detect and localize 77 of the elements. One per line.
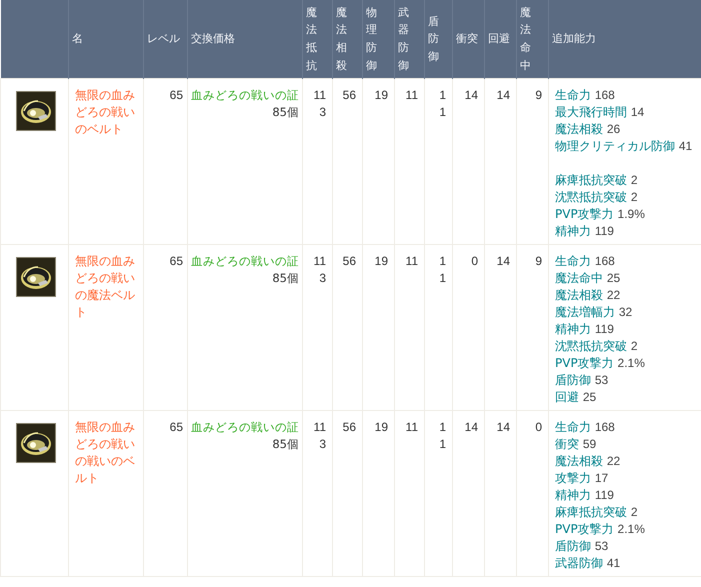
currency-count: 85個 bbox=[272, 270, 299, 287]
bonus-stat: 物理クリティカル防御 41 bbox=[555, 138, 692, 155]
column-header: 物理防御 bbox=[366, 4, 377, 74]
currency-name: 血みどろの戦いの証 bbox=[191, 253, 299, 270]
bonus-stat: 生命力 168 bbox=[555, 87, 615, 104]
table-cell: 14 bbox=[464, 87, 478, 104]
bonus-stat: 武器防御 41 bbox=[555, 555, 620, 572]
item-name: 無限の血みどろの戦いの魔法ベルト bbox=[75, 253, 136, 321]
table-cell: 9 bbox=[535, 87, 542, 104]
table-cell: 0 bbox=[471, 253, 478, 270]
table-cell: 11 bbox=[406, 87, 418, 104]
currency-count: 85個 bbox=[272, 436, 299, 453]
bonus-stat: 衝突 59 bbox=[555, 436, 596, 453]
column-header: 盾防御 bbox=[428, 14, 439, 65]
table-cell-text: 113 bbox=[312, 419, 326, 453]
table-cell: 11 bbox=[406, 419, 418, 436]
table-cell: 56 bbox=[342, 87, 356, 104]
currency-name: 血みどろの戦いの証 bbox=[191, 87, 299, 104]
bonus-stat: 魔法増幅力 32 bbox=[555, 304, 632, 321]
table-cell: 65 bbox=[170, 87, 183, 104]
belt-icon bbox=[16, 91, 56, 131]
bonus-stat: 盾防御 53 bbox=[555, 372, 608, 389]
bonus-stat: 麻痺抵抗突破 2 bbox=[555, 172, 638, 189]
bonus-stat: 沈黙抵抗突破 2 bbox=[555, 338, 638, 355]
column-header: 魔法相殺 bbox=[336, 4, 347, 74]
table-cell-text: 113 bbox=[312, 87, 326, 121]
table-cell: 56 bbox=[342, 253, 356, 270]
table-cell: 65 bbox=[170, 419, 183, 436]
column-header: 名 bbox=[72, 32, 83, 46]
bonus-stat: 魔法相殺 26 bbox=[555, 121, 620, 138]
bonus-stat: 最大飛行時間 14 bbox=[555, 104, 644, 121]
column-header: 回避 bbox=[488, 32, 510, 46]
belt-icon bbox=[16, 257, 56, 297]
table-cell-text: 11 bbox=[438, 253, 446, 287]
table-cell: 65 bbox=[170, 253, 183, 270]
bonus-stat: 生命力 168 bbox=[555, 253, 615, 270]
bonus-stat: 魔法命中 25 bbox=[555, 270, 620, 287]
bonus-stat: PVP攻撃力 2.1% bbox=[555, 355, 645, 372]
table-cell: 11 bbox=[406, 253, 418, 270]
item-name: 無限の血みどろの戦いのベルト bbox=[75, 87, 136, 138]
belt-icon bbox=[16, 423, 56, 463]
bonus-stat: 麻痺抵抗突破 2 bbox=[555, 504, 638, 521]
column-header: 交換価格 bbox=[191, 32, 235, 46]
bonus-stat: 攻撃力 17 bbox=[555, 470, 608, 487]
column-header: 魔法命中 bbox=[520, 4, 531, 74]
table-cell: 14 bbox=[496, 419, 510, 436]
table-cell: 14 bbox=[496, 253, 510, 270]
column-header: レベル bbox=[147, 32, 180, 46]
bonus-stat: 回避 25 bbox=[555, 389, 596, 406]
bonus-stat: 精神力 119 bbox=[555, 223, 614, 240]
bonus-stat: PVP攻撃力 1.9% bbox=[555, 206, 645, 223]
column-header: 武器防御 bbox=[398, 4, 409, 74]
table-cell: 9 bbox=[535, 253, 542, 270]
table-cell: 19 bbox=[374, 253, 388, 270]
currency-name: 血みどろの戦いの証 bbox=[191, 419, 299, 436]
column-header: 追加能力 bbox=[552, 32, 596, 46]
bonus-stat: 沈黙抵抗突破 2 bbox=[555, 189, 638, 206]
currency-count: 85個 bbox=[272, 104, 299, 121]
table-cell: 0 bbox=[535, 419, 542, 436]
bonus-stat: 生命力 168 bbox=[555, 419, 615, 436]
column-header: 衝突 bbox=[456, 32, 478, 46]
bonus-stat: 精神力 119 bbox=[555, 321, 614, 338]
bonus-stat: 魔法相殺 22 bbox=[555, 287, 620, 304]
bonus-stat: 盾防御 53 bbox=[555, 538, 608, 555]
table-cell: 19 bbox=[374, 419, 388, 436]
bonus-stat: 精神力 119 bbox=[555, 487, 614, 504]
table-cell-text: 11 bbox=[438, 87, 446, 121]
table-cell: 14 bbox=[464, 419, 478, 436]
table-cell: 14 bbox=[496, 87, 510, 104]
table-cell-text: 11 bbox=[438, 419, 446, 453]
table-cell-text: 113 bbox=[312, 253, 326, 287]
bonus-stat: 魔法相殺 22 bbox=[555, 453, 620, 470]
table-cell: 56 bbox=[342, 419, 356, 436]
column-header: 魔法抵抗 bbox=[306, 4, 317, 74]
bonus-stat: PVP攻撃力 2.1% bbox=[555, 521, 645, 538]
item-name: 無限の血みどろの戦いの戦いのベルト bbox=[75, 419, 136, 487]
table-cell: 19 bbox=[374, 87, 388, 104]
